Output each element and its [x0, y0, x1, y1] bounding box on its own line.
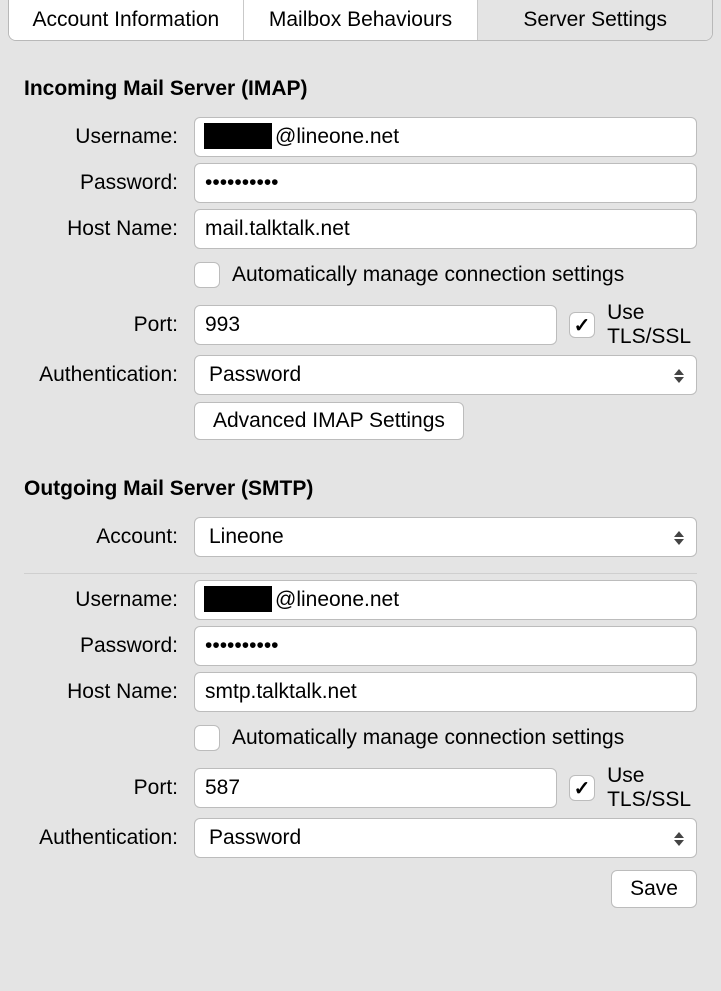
incoming-automanage-label: Automatically manage connection settings: [232, 263, 624, 287]
divider: [24, 573, 697, 574]
outgoing-automanage-checkbox[interactable]: [194, 725, 220, 751]
label-incoming-auth: Authentication:: [24, 363, 194, 387]
outgoing-auth-select[interactable]: Password: [194, 818, 697, 858]
incoming-tls-label: Use TLS/SSL: [607, 301, 697, 349]
select-value: Password: [209, 363, 301, 387]
incoming-automanage-checkbox[interactable]: [194, 262, 220, 288]
outgoing-tls-label: Use TLS/SSL: [607, 764, 697, 812]
save-button[interactable]: Save: [611, 870, 697, 908]
incoming-auth-select[interactable]: Password: [194, 355, 697, 395]
updown-icon: [672, 527, 686, 549]
tab-server-settings[interactable]: Server Settings: [478, 0, 712, 40]
incoming-tls-checkbox[interactable]: [569, 312, 595, 338]
outgoing-tls-checkbox[interactable]: [569, 775, 595, 801]
incoming-port-field[interactable]: [194, 305, 557, 345]
incoming-hostname-field[interactable]: [194, 209, 697, 249]
tab-label: Mailbox Behaviours: [269, 8, 452, 31]
advanced-imap-settings-button[interactable]: Advanced IMAP Settings: [194, 402, 464, 440]
tab-label: Server Settings: [523, 8, 667, 31]
label-outgoing-port: Port:: [24, 776, 194, 800]
label-incoming-username: Username:: [24, 125, 194, 149]
label-outgoing-account: Account:: [24, 525, 194, 549]
label-incoming-port: Port:: [24, 313, 194, 337]
select-value: Lineone: [209, 525, 284, 549]
tab-label: Account Information: [32, 8, 219, 31]
tab-account-information[interactable]: Account Information: [9, 0, 244, 40]
incoming-heading: Incoming Mail Server (IMAP): [24, 77, 697, 101]
outgoing-heading: Outgoing Mail Server (SMTP): [24, 477, 697, 501]
redacted-block: [204, 123, 272, 149]
label-outgoing-username: Username:: [24, 588, 194, 612]
updown-icon: [672, 828, 686, 850]
label-outgoing-auth: Authentication:: [24, 826, 194, 850]
tab-bar: Account Information Mailbox Behaviours S…: [8, 0, 713, 41]
label-outgoing-password: Password:: [24, 634, 194, 658]
outgoing-automanage-label: Automatically manage connection settings: [232, 726, 624, 750]
label-incoming-password: Password:: [24, 171, 194, 195]
outgoing-port-field[interactable]: [194, 768, 557, 808]
incoming-password-field[interactable]: [194, 163, 697, 203]
outgoing-account-select[interactable]: Lineone: [194, 517, 697, 557]
label-incoming-hostname: Host Name:: [24, 217, 194, 241]
select-value: Password: [209, 826, 301, 850]
outgoing-hostname-field[interactable]: [194, 672, 697, 712]
updown-icon: [672, 365, 686, 387]
tab-mailbox-behaviours[interactable]: Mailbox Behaviours: [244, 0, 479, 40]
redacted-block: [204, 586, 272, 612]
outgoing-password-field[interactable]: [194, 626, 697, 666]
label-outgoing-hostname: Host Name:: [24, 680, 194, 704]
